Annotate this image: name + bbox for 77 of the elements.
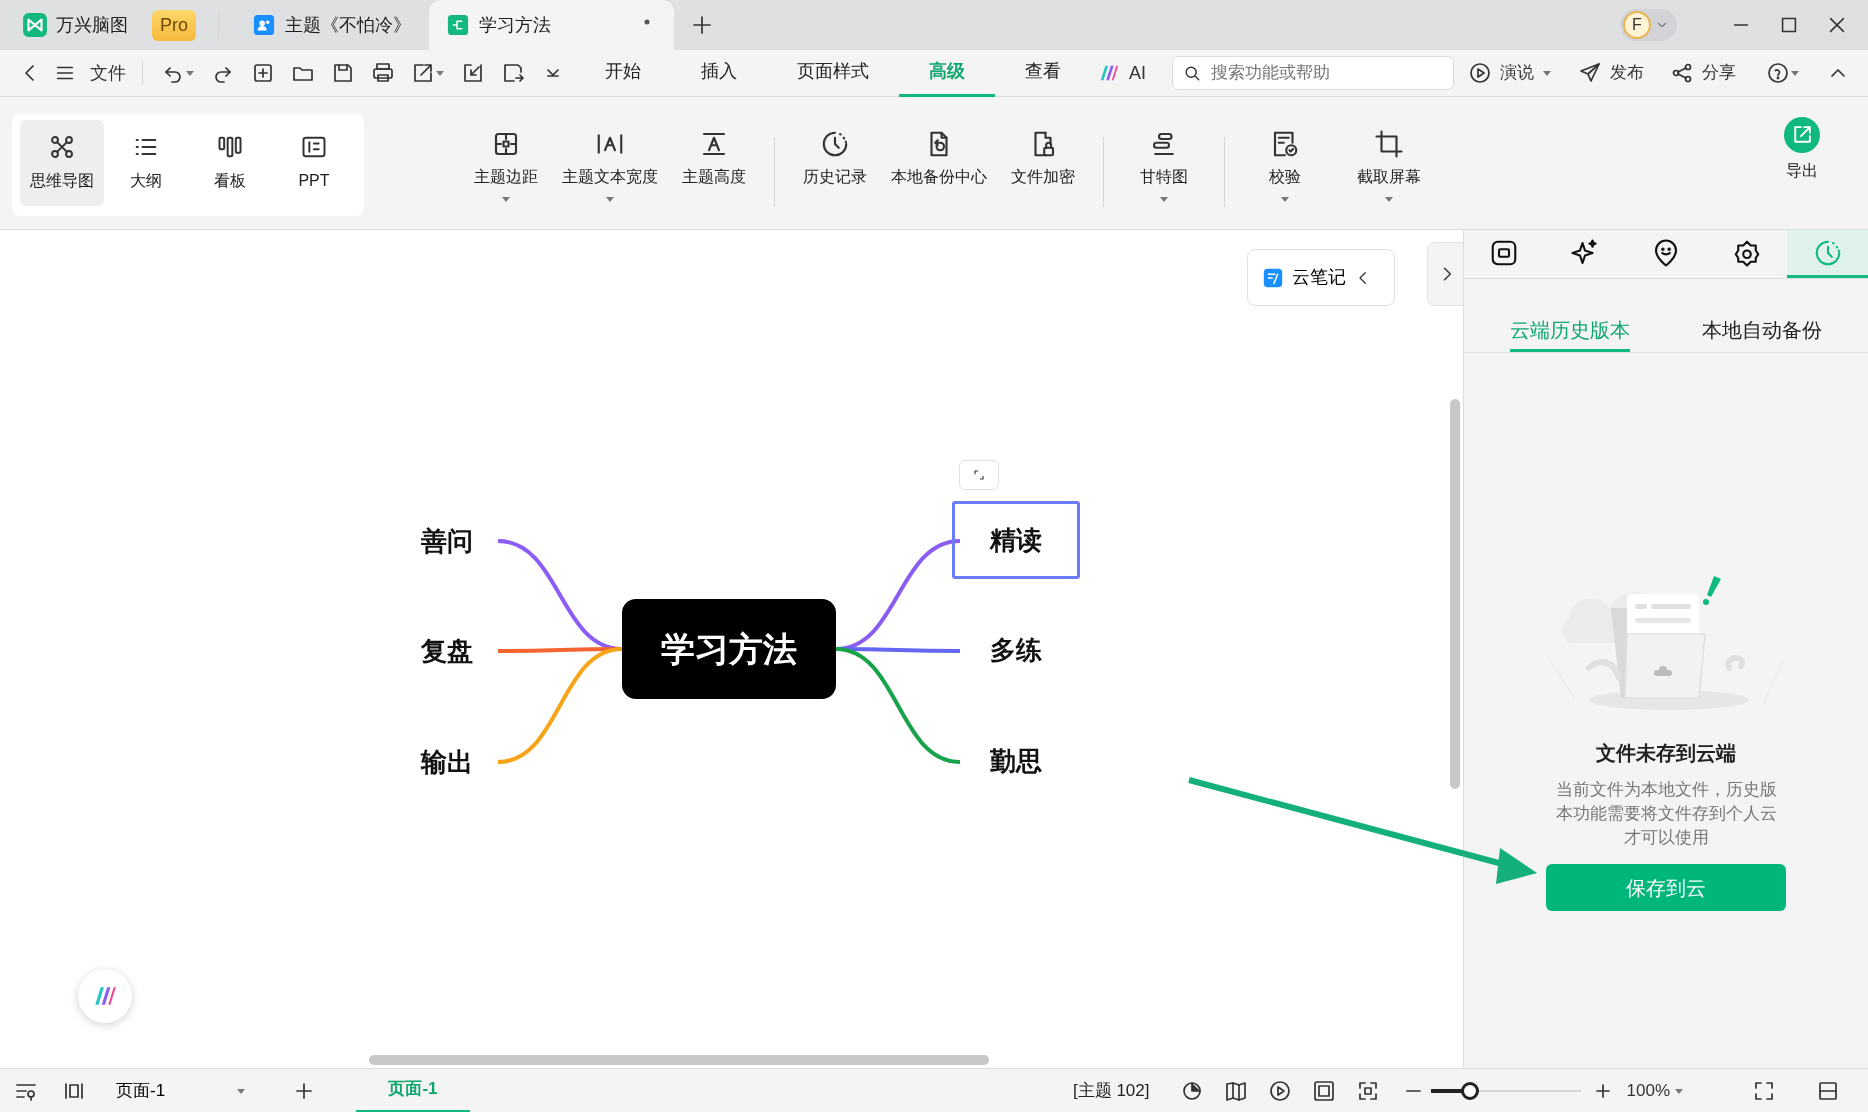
action-button[interactable]: 演说 [1462, 56, 1558, 90]
new-topic-icon [251, 61, 275, 85]
tool-button[interactable]: 截取屏幕 [1337, 109, 1441, 221]
pro-badge: Pro [152, 9, 196, 41]
caret-icon [1674, 1086, 1684, 1095]
send-icon [1578, 61, 1602, 85]
menu-tab[interactable]: 开始 [575, 49, 671, 97]
action-button[interactable]: 发布 [1572, 56, 1650, 90]
zoom-level-dropdown[interactable]: 100% [1620, 1073, 1690, 1108]
mindmap-view-icon [48, 133, 76, 161]
vertical-scrollbar[interactable] [1450, 399, 1460, 789]
app-logo-icon [22, 12, 48, 38]
avatar-initial: F [1623, 11, 1651, 39]
cloud-note-button[interactable]: 云笔记 [1247, 249, 1395, 306]
crop-icon [1374, 129, 1404, 159]
topic-node[interactable]: 善问 [405, 509, 489, 573]
import-icon [461, 61, 485, 85]
horizontal-scrollbar[interactable] [369, 1055, 989, 1065]
zoom-slider[interactable] [1430, 1080, 1581, 1101]
app-name: 万兴脑图 [56, 13, 128, 37]
fit-icon [1311, 1078, 1336, 1103]
panel-toggle-button[interactable] [1427, 242, 1463, 306]
history-tab[interactable]: 本地自动备份 [1702, 307, 1822, 352]
new-tab-icon[interactable] [690, 13, 714, 37]
share-icon [1670, 61, 1694, 85]
play-circle-icon [1468, 61, 1492, 85]
caret-icon [1790, 69, 1800, 77]
tool-button[interactable]: 历史记录 [783, 109, 887, 221]
empty-state-title: 文件未存到云端 [1596, 741, 1736, 766]
view-tab[interactable]: 看板 [188, 120, 272, 206]
document-tab[interactable]: 主题《不怕冷》 [235, 0, 429, 50]
mindmap-doc-icon [447, 14, 469, 36]
menu-tab[interactable]: 页面样式 [767, 49, 899, 97]
view-tab[interactable]: PPT [272, 120, 356, 206]
tool-button[interactable]: 本地备份中心 [887, 109, 991, 221]
note-icon [1262, 266, 1284, 289]
tool-button[interactable]: 校验 [1233, 109, 1337, 221]
search-field[interactable]: 搜索功能或帮助 [1172, 56, 1454, 90]
caret-icon [185, 69, 195, 77]
tool-button[interactable]: 甘特图 [1112, 109, 1216, 221]
file-menu[interactable]: 文件 [48, 56, 132, 90]
expand-icon [971, 467, 987, 483]
print-icon [371, 61, 395, 85]
history-clock-icon [820, 129, 850, 159]
export-icon [1784, 117, 1820, 153]
zoom-out-icon [1405, 1089, 1421, 1092]
play-icon [1267, 1078, 1292, 1103]
ai-assistant-button[interactable] [78, 969, 132, 1023]
topic-node[interactable]: 复盘 [405, 619, 489, 683]
tool-button[interactable]: 主题边距 [454, 109, 558, 221]
topic-node[interactable]: 输出 [405, 730, 489, 794]
action-button[interactable]: 分享 [1664, 56, 1742, 90]
help-icon [1766, 61, 1790, 85]
save-as-icon [501, 61, 525, 85]
tool-button[interactable]: 主题高度 [662, 109, 766, 221]
topic-node[interactable]: 精读 [952, 501, 1080, 579]
tool-button[interactable]: 主题文本宽度 [558, 109, 662, 221]
root-topic[interactable]: 学习方法 [622, 599, 836, 699]
topic-node[interactable]: 勤思 [952, 722, 1080, 800]
account-button[interactable]: F [1620, 9, 1677, 41]
share-out-icon [411, 61, 435, 85]
menu-tab[interactable]: 插入 [671, 49, 767, 97]
menu-tab[interactable]: 查看 [995, 49, 1091, 97]
caret-icon [435, 69, 445, 77]
document-tab[interactable]: 学习方法 [429, 0, 674, 50]
topic-node[interactable]: 多练 [952, 611, 1080, 689]
people-icon [253, 14, 275, 36]
tool-button[interactable]: 文件加密 [991, 109, 1095, 221]
caret-icon [236, 1086, 246, 1095]
save-icon [331, 61, 355, 85]
view-tab[interactable]: 思维导图 [20, 120, 104, 206]
zoom-slider-thumb[interactable] [1460, 1081, 1479, 1100]
empty-state-message: 当前文件为本地文件，历史版本功能需要将文件存到个人云才可以使用 [1554, 779, 1778, 849]
export-button[interactable]: 导出 [1750, 97, 1854, 209]
view-tab[interactable]: 大纲 [104, 120, 188, 206]
ai-button[interactable]: AI [1091, 56, 1152, 90]
topic-count: [主题 102] [1072, 1079, 1150, 1102]
